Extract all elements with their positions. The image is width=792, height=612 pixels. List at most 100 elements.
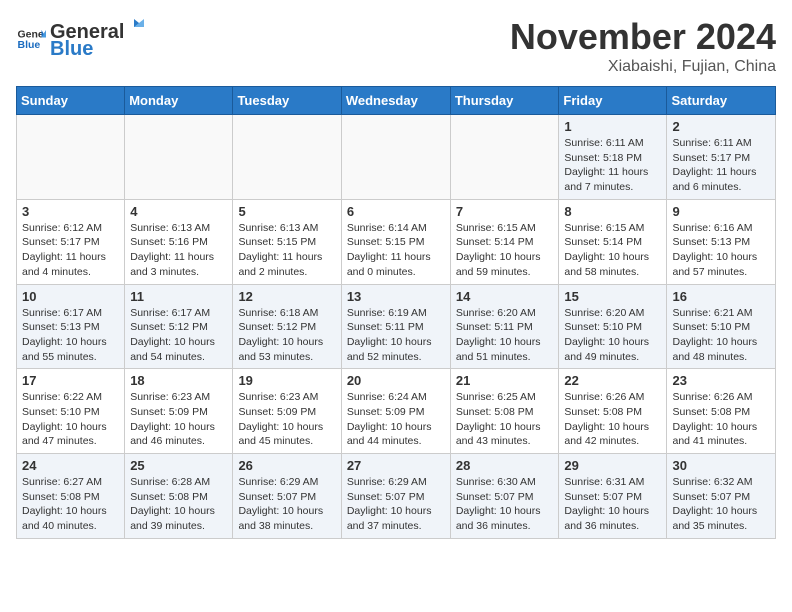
day-info: Sunrise: 6:27 AM Sunset: 5:08 PM Dayligh…	[22, 475, 119, 534]
day-number: 8	[564, 204, 661, 219]
calendar-cell: 28 Sunrise: 6:30 AM Sunset: 5:07 PM Dayli…	[450, 454, 559, 539]
day-info: Sunrise: 6:32 AM Sunset: 5:07 PM Dayligh…	[672, 475, 770, 534]
day-info: Sunrise: 6:22 AM Sunset: 5:10 PM Dayligh…	[22, 390, 119, 449]
calendar-cell: 2Sunrise: 6:11 AM Sunset: 5:17 PM Daylig…	[667, 115, 776, 200]
calendar-header-friday: Friday	[559, 87, 667, 115]
day-info: Sunrise: 6:18 AM Sunset: 5:12 PM Dayligh…	[238, 306, 335, 365]
day-number: 20	[347, 373, 445, 388]
calendar-cell: 23Sunrise: 6:26 AM Sunset: 5:08 PM Dayli…	[667, 369, 776, 454]
day-info: Sunrise: 6:19 AM Sunset: 5:11 PM Dayligh…	[347, 306, 445, 365]
day-info: Sunrise: 6:25 AM Sunset: 5:08 PM Dayligh…	[456, 390, 554, 449]
calendar-header-tuesday: Tuesday	[233, 87, 341, 115]
day-number: 27	[347, 458, 445, 473]
calendar-header-monday: Monday	[125, 87, 233, 115]
day-info: Sunrise: 6:28 AM Sunset: 5:08 PM Dayligh…	[130, 475, 227, 534]
day-info: Sunrise: 6:11 AM Sunset: 5:18 PM Dayligh…	[564, 136, 661, 195]
calendar-cell: 18 Sunrise: 6:23 AM Sunset: 5:09 PM Dayli…	[125, 369, 233, 454]
day-info: Sunrise: 6:16 AM Sunset: 5:13 PM Dayligh…	[672, 221, 770, 280]
day-info: Sunrise: 6:23 AM Sunset: 5:09 PM Dayligh…	[130, 390, 227, 449]
day-number: 5	[238, 204, 335, 219]
day-number: 19	[238, 373, 335, 388]
header: General Blue General Blue November 2024 …	[16, 16, 776, 76]
day-number: 12	[238, 289, 335, 304]
calendar-cell: 12 Sunrise: 6:18 AM Sunset: 5:12 PM Dayli…	[233, 284, 341, 369]
calendar-cell	[450, 115, 559, 200]
calendar-cell: 27Sunrise: 6:29 AM Sunset: 5:07 PM Dayli…	[341, 454, 450, 539]
calendar-cell: 1 Sunrise: 6:11 AM Sunset: 5:18 PM Daylig…	[559, 115, 667, 200]
svg-text:Blue: Blue	[18, 39, 41, 51]
day-info: Sunrise: 6:20 AM Sunset: 5:11 PM Dayligh…	[456, 306, 554, 365]
day-number: 1	[564, 119, 661, 134]
calendar-cell	[233, 115, 341, 200]
day-number: 16	[672, 289, 770, 304]
calendar-cell: 22Sunrise: 6:26 AM Sunset: 5:08 PM Dayli…	[559, 369, 667, 454]
day-info: Sunrise: 6:21 AM Sunset: 5:10 PM Dayligh…	[672, 306, 770, 365]
calendar-cell: 25Sunrise: 6:28 AM Sunset: 5:08 PM Dayli…	[125, 454, 233, 539]
calendar-cell: 30 Sunrise: 6:32 AM Sunset: 5:07 PM Dayli…	[667, 454, 776, 539]
day-number: 30	[672, 458, 770, 473]
day-number: 6	[347, 204, 445, 219]
calendar-cell: 9 Sunrise: 6:16 AM Sunset: 5:13 PM Daylig…	[667, 199, 776, 284]
day-number: 22	[564, 373, 661, 388]
calendar-header-row: SundayMondayTuesdayWednesdayThursdayFrid…	[17, 87, 776, 115]
calendar-cell	[341, 115, 450, 200]
calendar-header-saturday: Saturday	[667, 87, 776, 115]
logo-wing-icon	[124, 16, 146, 38]
day-info: Sunrise: 6:20 AM Sunset: 5:10 PM Dayligh…	[564, 306, 661, 365]
calendar-cell: 19Sunrise: 6:23 AM Sunset: 5:09 PM Dayli…	[233, 369, 341, 454]
calendar-row-2: 10 Sunrise: 6:17 AM Sunset: 5:13 PM Dayli…	[17, 284, 776, 369]
day-info: Sunrise: 6:17 AM Sunset: 5:13 PM Dayligh…	[22, 306, 119, 365]
day-number: 7	[456, 204, 554, 219]
day-number: 10	[22, 289, 119, 304]
day-info: Sunrise: 6:17 AM Sunset: 5:12 PM Dayligh…	[130, 306, 227, 365]
day-number: 3	[22, 204, 119, 219]
calendar-cell: 6 Sunrise: 6:14 AM Sunset: 5:15 PM Daylig…	[341, 199, 450, 284]
calendar-cell: 13 Sunrise: 6:19 AM Sunset: 5:11 PM Dayli…	[341, 284, 450, 369]
day-number: 26	[238, 458, 335, 473]
day-number: 11	[130, 289, 227, 304]
calendar-cell: 8 Sunrise: 6:15 AM Sunset: 5:14 PM Daylig…	[559, 199, 667, 284]
calendar-cell: 15Sunrise: 6:20 AM Sunset: 5:10 PM Dayli…	[559, 284, 667, 369]
day-number: 4	[130, 204, 227, 219]
calendar-header-sunday: Sunday	[17, 87, 125, 115]
calendar-cell: 7Sunrise: 6:15 AM Sunset: 5:14 PM Daylig…	[450, 199, 559, 284]
day-info: Sunrise: 6:29 AM Sunset: 5:07 PM Dayligh…	[238, 475, 335, 534]
calendar-cell: 10 Sunrise: 6:17 AM Sunset: 5:13 PM Dayli…	[17, 284, 125, 369]
calendar-row-0: 1 Sunrise: 6:11 AM Sunset: 5:18 PM Daylig…	[17, 115, 776, 200]
calendar-row-3: 17 Sunrise: 6:22 AM Sunset: 5:10 PM Dayli…	[17, 369, 776, 454]
day-number: 2	[672, 119, 770, 134]
day-number: 17	[22, 373, 119, 388]
day-number: 9	[672, 204, 770, 219]
calendar-row-1: 3Sunrise: 6:12 AM Sunset: 5:17 PM Daylig…	[17, 199, 776, 284]
calendar-cell: 29 Sunrise: 6:31 AM Sunset: 5:07 PM Dayli…	[559, 454, 667, 539]
calendar-cell: 5 Sunrise: 6:13 AM Sunset: 5:15 PM Daylig…	[233, 199, 341, 284]
calendar-row-4: 24 Sunrise: 6:27 AM Sunset: 5:08 PM Dayli…	[17, 454, 776, 539]
day-number: 14	[456, 289, 554, 304]
logo-icon: General Blue	[16, 24, 46, 54]
calendar-cell	[17, 115, 125, 200]
day-info: Sunrise: 6:13 AM Sunset: 5:15 PM Dayligh…	[238, 221, 335, 280]
day-info: Sunrise: 6:14 AM Sunset: 5:15 PM Dayligh…	[347, 221, 445, 280]
calendar-header-wednesday: Wednesday	[341, 87, 450, 115]
calendar-cell: 3Sunrise: 6:12 AM Sunset: 5:17 PM Daylig…	[17, 199, 125, 284]
day-info: Sunrise: 6:15 AM Sunset: 5:14 PM Dayligh…	[564, 221, 661, 280]
day-number: 24	[22, 458, 119, 473]
calendar-cell: 17 Sunrise: 6:22 AM Sunset: 5:10 PM Dayli…	[17, 369, 125, 454]
day-info: Sunrise: 6:31 AM Sunset: 5:07 PM Dayligh…	[564, 475, 661, 534]
day-number: 18	[130, 373, 227, 388]
title-area: November 2024 Xiabaishi, Fujian, China	[510, 16, 776, 76]
location-subtitle: Xiabaishi, Fujian, China	[510, 58, 776, 76]
calendar-cell: 20Sunrise: 6:24 AM Sunset: 5:09 PM Dayli…	[341, 369, 450, 454]
day-info: Sunrise: 6:13 AM Sunset: 5:16 PM Dayligh…	[130, 221, 227, 280]
day-info: Sunrise: 6:30 AM Sunset: 5:07 PM Dayligh…	[456, 475, 554, 534]
calendar-cell	[125, 115, 233, 200]
day-info: Sunrise: 6:26 AM Sunset: 5:08 PM Dayligh…	[672, 390, 770, 449]
calendar-cell: 21Sunrise: 6:25 AM Sunset: 5:08 PM Dayli…	[450, 369, 559, 454]
logo: General Blue General Blue	[16, 16, 146, 61]
day-number: 29	[564, 458, 661, 473]
day-number: 28	[456, 458, 554, 473]
calendar-body: 1 Sunrise: 6:11 AM Sunset: 5:18 PM Daylig…	[17, 115, 776, 539]
calendar-cell: 26 Sunrise: 6:29 AM Sunset: 5:07 PM Dayli…	[233, 454, 341, 539]
calendar-cell: 14 Sunrise: 6:20 AM Sunset: 5:11 PM Dayli…	[450, 284, 559, 369]
day-number: 13	[347, 289, 445, 304]
